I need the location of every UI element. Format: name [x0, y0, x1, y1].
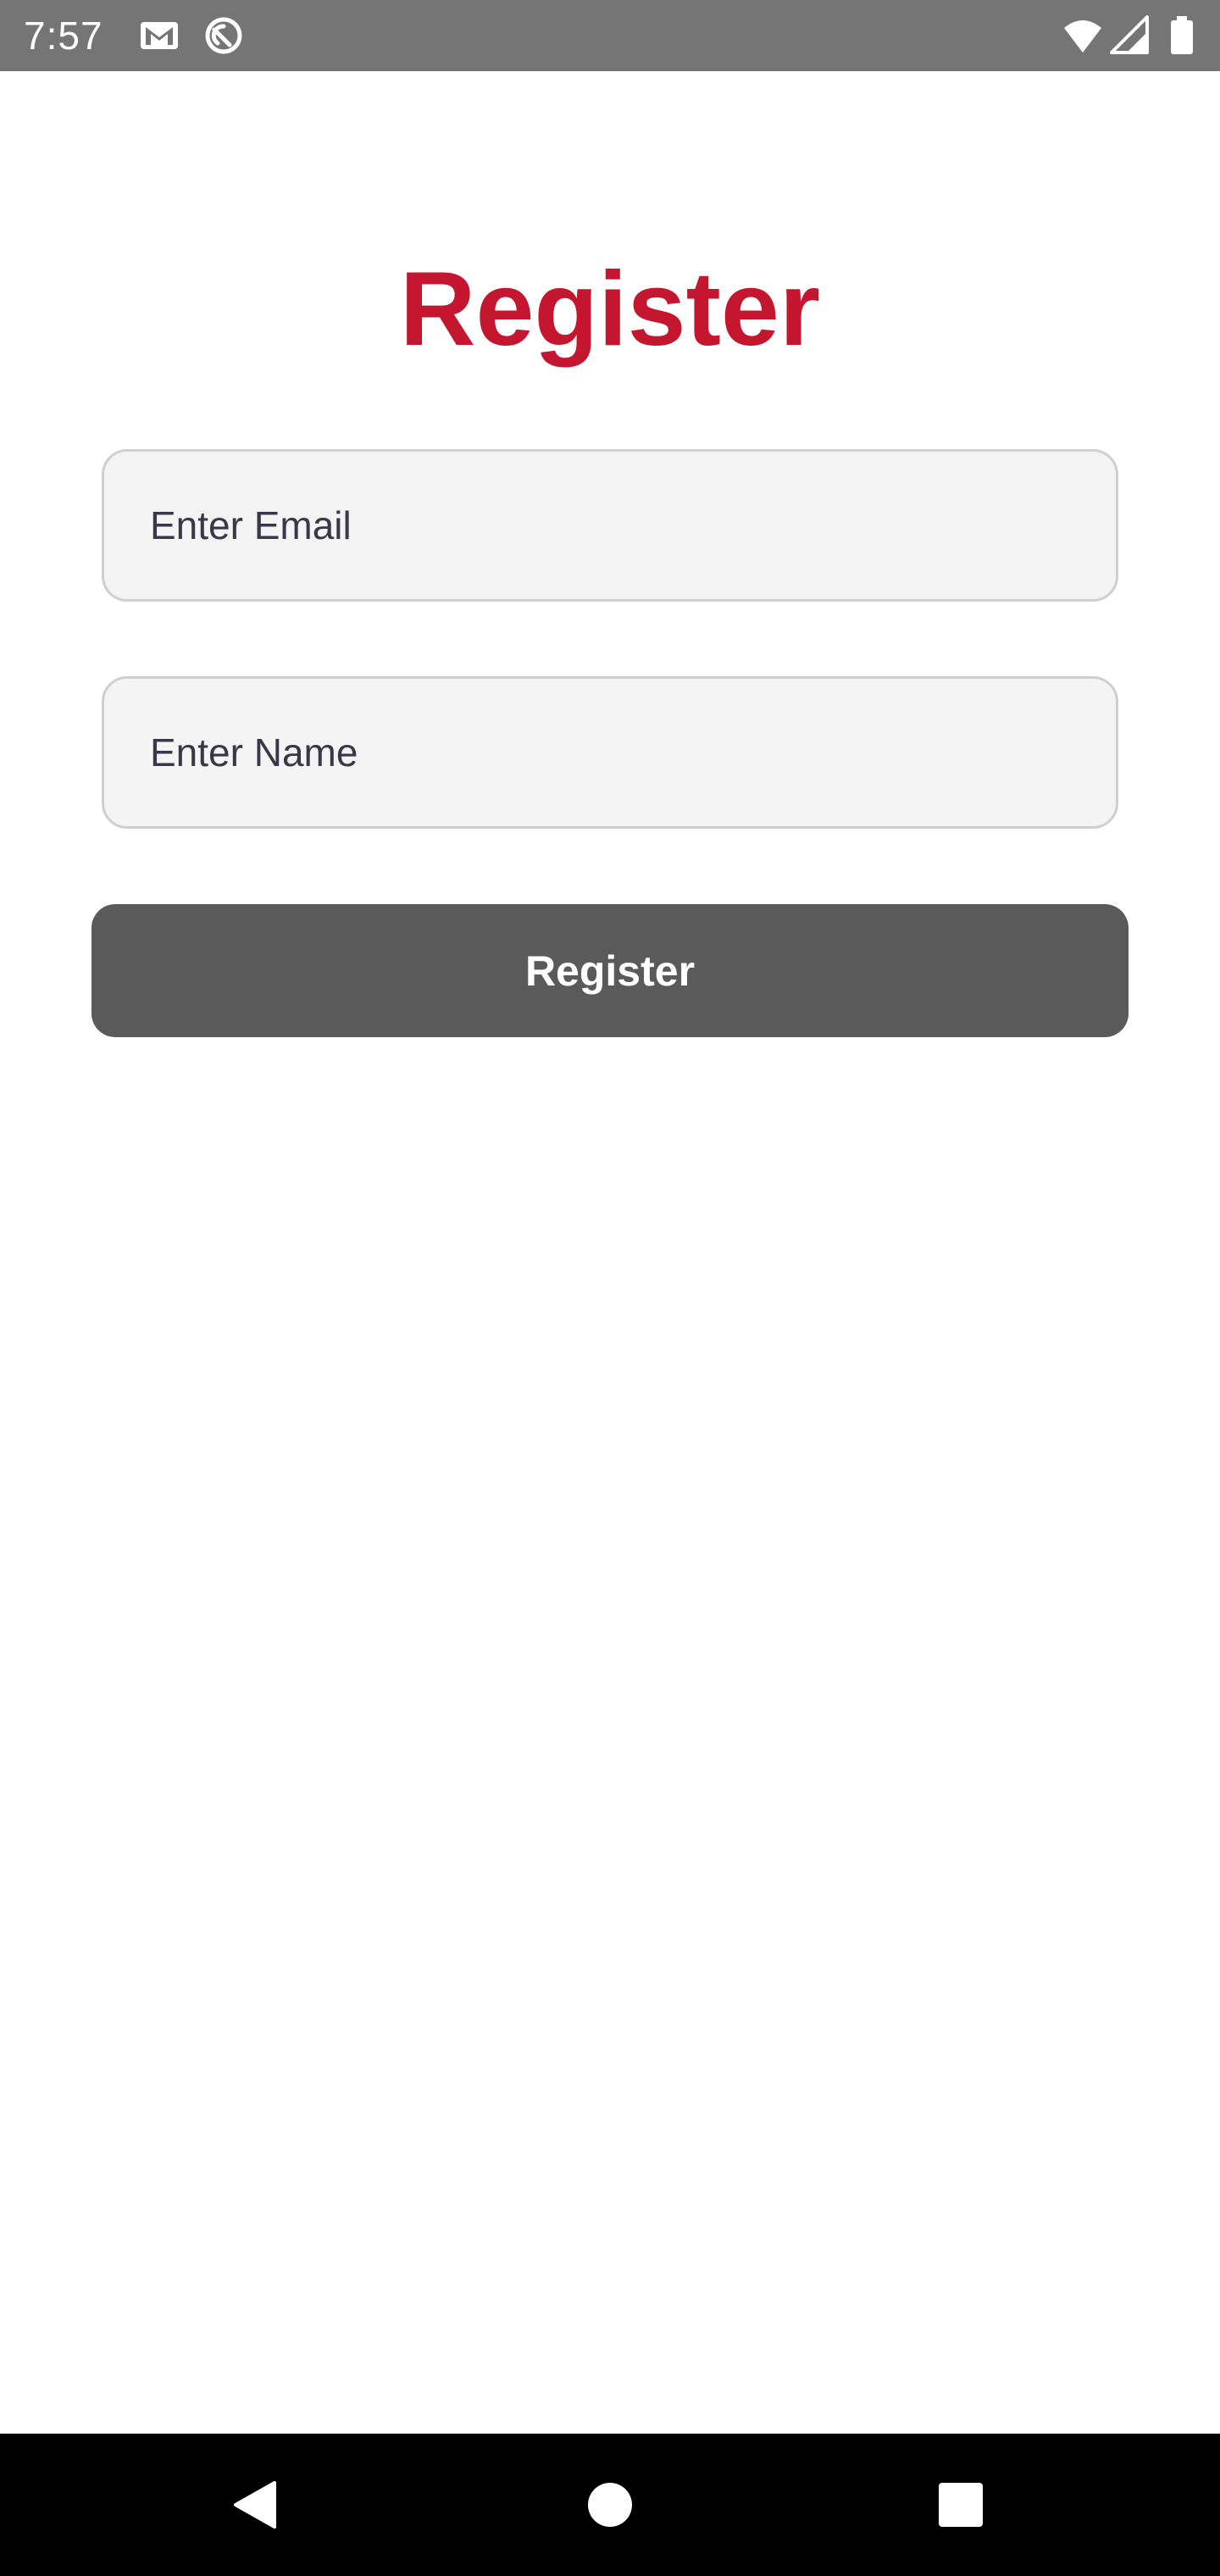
- name-field[interactable]: [102, 676, 1118, 829]
- recents-icon[interactable]: [930, 2474, 991, 2535]
- navigation-bar: [0, 2434, 1220, 2576]
- cell-signal-icon: [1110, 15, 1149, 56]
- email-field[interactable]: [102, 449, 1118, 602]
- home-icon[interactable]: [580, 2474, 640, 2535]
- back-icon[interactable]: [225, 2474, 286, 2535]
- status-bar: 7:57: [0, 0, 1220, 71]
- status-time: 7:57: [24, 14, 103, 58]
- register-button[interactable]: Register: [92, 904, 1128, 1037]
- page-title: Register: [399, 251, 821, 368]
- gmail-icon: [139, 15, 180, 56]
- wifi-icon: [1062, 15, 1103, 56]
- battery-icon: [1167, 15, 1196, 56]
- sync-icon: [203, 15, 244, 56]
